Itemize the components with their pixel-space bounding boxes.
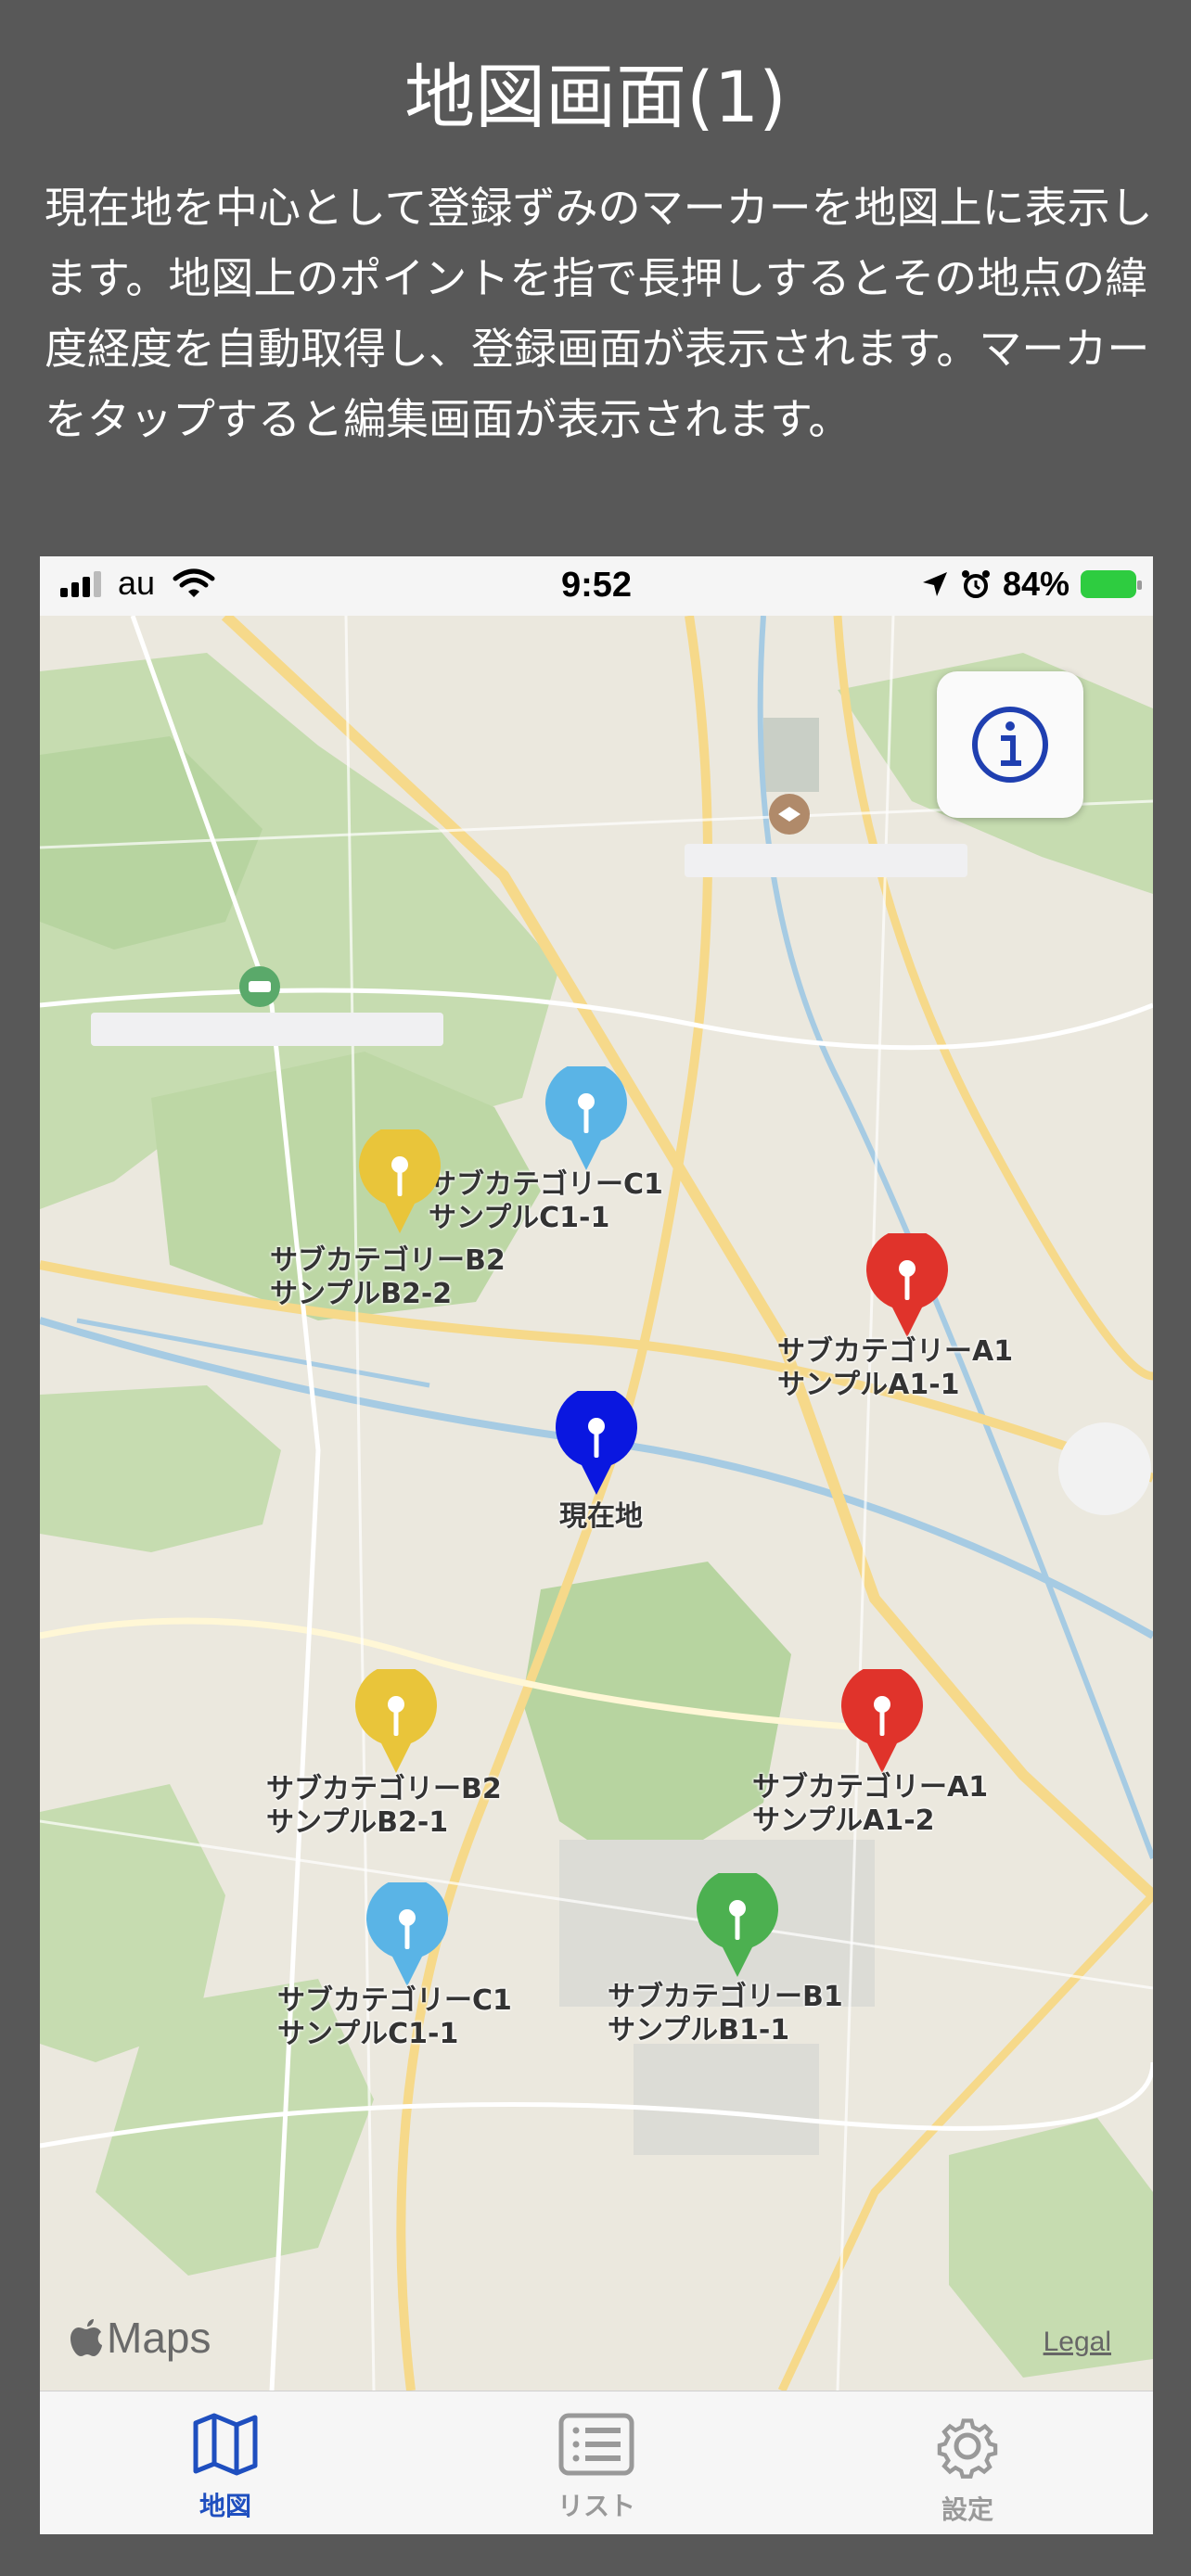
tab-map[interactable]: 地図	[133, 2412, 318, 2523]
list-icon	[558, 2413, 634, 2476]
map-pin-icon	[355, 1669, 437, 1773]
marker-label: サブカテゴリーA1 サンプルA1-1	[777, 1335, 1014, 1401]
map-label-placeholder	[91, 1013, 443, 1046]
tab-settings-label: 設定	[941, 2494, 993, 2525]
map-pin-icon	[697, 1873, 778, 1977]
maps-wordmark: Maps	[107, 2314, 211, 2362]
info-icon	[972, 707, 1048, 783]
status-bar: au 9:52 84%	[40, 556, 1153, 616]
tab-bar: 地図 リスト 設定	[40, 2391, 1153, 2534]
battery-percent: 84%	[1002, 565, 1069, 603]
location-arrow-icon	[922, 572, 947, 596]
info-button[interactable]	[937, 671, 1083, 818]
page-description: 現在地を中心として登録ずみのマーカーを地図上に表示します。地図上のポイントを指で…	[45, 183, 1153, 444]
legal-link[interactable]: Legal	[1044, 2327, 1111, 2358]
map-pin-icon	[841, 1669, 923, 1773]
alarm-icon	[961, 570, 990, 598]
marker-label: サブカテゴリーB2 サンプルB2-2	[270, 1244, 506, 1310]
page-title: 地図画面(1)	[404, 56, 787, 138]
map-pin-icon	[359, 1129, 441, 1233]
tab-map-label: 地図	[198, 2491, 251, 2521]
gear-icon	[937, 2418, 998, 2479]
apple-logo-icon	[70, 2319, 102, 2356]
park-poi-icon	[239, 966, 280, 1007]
map-pin-icon	[366, 1882, 448, 1986]
battery-icon	[1081, 570, 1142, 598]
marker-label: サブカテゴリーB1 サンプルB1-1	[608, 1981, 843, 2047]
phone-screenshot: au 9:52 84% サブカテゴリーC1 サンプルC1-1 サブカテゴリーB2…	[40, 556, 1153, 2534]
school-poi-icon	[769, 794, 810, 835]
map-pin-icon	[556, 1391, 637, 1495]
map-label-placeholder	[685, 844, 967, 877]
tab-list[interactable]: リスト	[504, 2412, 689, 2523]
marker-label: 現在地	[559, 1500, 643, 1533]
tab-settings[interactable]: 設定	[875, 2412, 1060, 2527]
tab-list-label: リスト	[557, 2491, 635, 2521]
marker-label: サブカテゴリーA1 サンプルA1-2	[752, 1771, 989, 1837]
marker-label: サブカテゴリーC1 サンプルC1-1	[277, 1984, 512, 2050]
apple-maps-logo: Maps	[70, 2313, 211, 2363]
marker-label: サブカテゴリーC1 サンプルC1-1	[429, 1168, 663, 1234]
map-edge-control[interactable]	[1058, 1422, 1151, 1515]
marker-label: サブカテゴリーB2 サンプルB2-1	[266, 1773, 502, 1839]
map-view[interactable]: サブカテゴリーC1 サンプルC1-1 サブカテゴリーB2 サンプルB2-2 サブカテ…	[40, 616, 1153, 2391]
map-icon	[193, 2413, 258, 2476]
map-pin-icon	[545, 1066, 627, 1170]
map-pin-icon	[866, 1233, 948, 1337]
